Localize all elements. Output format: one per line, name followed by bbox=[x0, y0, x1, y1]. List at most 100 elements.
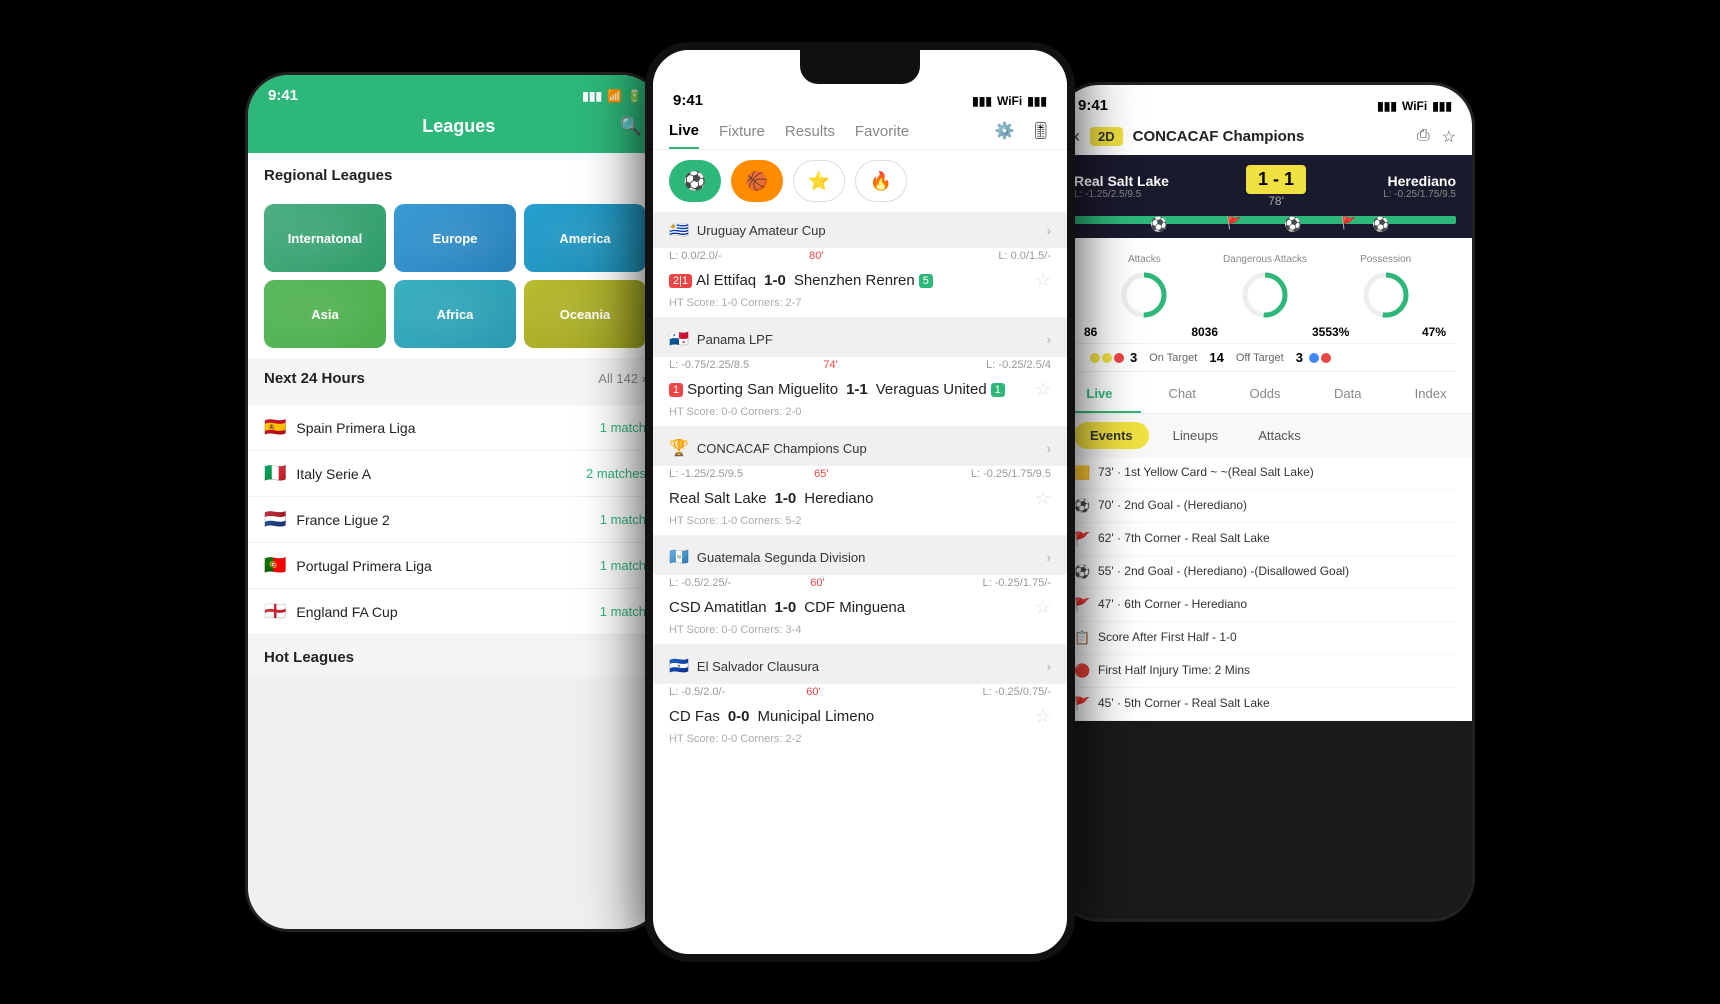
on-target-label: On Target bbox=[1149, 352, 1197, 364]
flag-concacaf: 🏆 bbox=[669, 438, 689, 458]
odds-left-elsalvador: L: -0.5/2.0/- bbox=[669, 686, 725, 698]
league-portugal: Portugal Primera Liga bbox=[296, 558, 599, 574]
match-sections: 🇺🇾 Uruguay Amateur Cup › L: 0.0/2.0/- 80… bbox=[653, 212, 1067, 753]
subtab-lineups[interactable]: Lineups bbox=[1157, 422, 1235, 449]
filter-basketball[interactable]: 🏀 bbox=[731, 160, 783, 202]
filter-tabs: ⚽ 🏀 ⭐ 🔥 bbox=[653, 150, 1067, 212]
team1-panama: Sporting San Miguelito bbox=[687, 381, 838, 398]
signal-icon: ▮▮▮ bbox=[1377, 99, 1397, 113]
nav-favorite[interactable]: Favorite bbox=[855, 123, 909, 148]
right-header: ‹ 2D CONCACAF Champions ⎙ ☆ bbox=[1058, 118, 1472, 155]
corner-icon: 🚩 bbox=[1074, 531, 1092, 547]
score-uruguay: 1-0 bbox=[764, 272, 786, 289]
on-off-target: 3 On Target 14 Off Target 3 bbox=[1074, 344, 1456, 372]
nav-fixture[interactable]: Fixture bbox=[719, 123, 765, 148]
dot bbox=[1114, 353, 1124, 363]
next24-link[interactable]: All 142 › bbox=[598, 371, 646, 386]
share-icon[interactable]: ⎙ bbox=[1417, 127, 1430, 147]
progress-bar: ⚽ 🚩 ⚽ 🚩 ⚽ bbox=[1074, 216, 1456, 224]
2d-badge: 2D bbox=[1090, 127, 1123, 146]
star-elsalvador[interactable]: ☆ bbox=[1035, 706, 1051, 727]
time-concacaf: 65' bbox=[814, 468, 828, 480]
right-league-name: CONCACAF Champions bbox=[1133, 128, 1407, 145]
nav-live[interactable]: Live bbox=[669, 122, 699, 149]
score-row-uruguay[interactable]: 2|1 Al Ettifaq 1-0 Shenzhen Renren 5 ☆ bbox=[653, 264, 1067, 295]
signal-icon: ▮▮▮ bbox=[972, 94, 992, 108]
score-row-panama[interactable]: 1 Sporting San Miguelito 1-1 Veraguas Un… bbox=[653, 373, 1067, 404]
dot bbox=[1102, 353, 1112, 363]
score-block: 1 - 1 78' bbox=[1246, 165, 1306, 208]
section-header-panama[interactable]: 🇵🇦 Panama LPF › bbox=[653, 321, 1067, 357]
tab-data[interactable]: Data bbox=[1306, 376, 1389, 413]
right-status-icons: ▮▮▮ WiFi ▮▮▮ bbox=[1377, 99, 1452, 113]
grid-europe[interactable]: Europe bbox=[394, 204, 516, 272]
section-header-concacaf[interactable]: 🏆 CONCACAF Champions Cup › bbox=[653, 430, 1067, 466]
team1-guatemala: CSD Amatitlan bbox=[669, 599, 767, 616]
nav-results[interactable]: Results bbox=[785, 123, 835, 148]
grid-america[interactable]: America bbox=[524, 204, 646, 272]
attacks-right: 80 bbox=[1191, 325, 1204, 339]
list-item[interactable]: 🇳🇱 France Ligue 2 1 match bbox=[248, 497, 662, 543]
right-phone: 9:41 ▮▮▮ WiFi ▮▮▮ ‹ 2D CONCACAF Champion… bbox=[1055, 82, 1475, 922]
league-name-concacaf: CONCACAF Champions Cup bbox=[697, 441, 867, 456]
team1-uruguay: Al Ettifaq bbox=[696, 272, 756, 289]
adjust-icon[interactable]: 🎚 bbox=[1031, 121, 1051, 141]
chevron-icon: › bbox=[1047, 223, 1051, 238]
grid-international[interactable]: Internatonal bbox=[264, 204, 386, 272]
league-france: France Ligue 2 bbox=[296, 512, 599, 528]
event-text: 47' · 6th Corner - Herediano bbox=[1098, 597, 1247, 611]
filter-favorite[interactable]: ⭐ bbox=[793, 160, 845, 202]
ht-guatemala: HT Score: 0-0 Corners: 3-4 bbox=[653, 622, 1067, 644]
section-header-guatemala[interactable]: 🇬🇹 Guatemala Segunda Division › bbox=[653, 539, 1067, 575]
filter-hot[interactable]: 🔥 bbox=[855, 160, 907, 202]
signal-icon: ▮▮▮ bbox=[582, 89, 602, 103]
tab-odds[interactable]: Odds bbox=[1224, 376, 1307, 413]
odds-row-elsalvador: L: -0.5/2.0/- 60' L: -0.25/0.75/- bbox=[653, 684, 1067, 700]
list-item[interactable]: 🇵🇹 Portugal Primera Liga 1 match bbox=[248, 543, 662, 589]
dangerous-left: 36 bbox=[1205, 325, 1218, 339]
score-row-concacaf[interactable]: Real Salt Lake 1-0 Herediano ☆ bbox=[653, 482, 1067, 513]
badge1-uruguay: 2|1 bbox=[669, 274, 692, 288]
ht-uruguay: HT Score: 1-0 Corners: 2-7 bbox=[653, 295, 1067, 317]
grid-asia[interactable]: Asia bbox=[264, 280, 386, 348]
stat-attacks: Attacks 86 80 bbox=[1084, 254, 1205, 339]
flag-uruguay: 🇺🇾 bbox=[669, 220, 689, 240]
star-icon[interactable]: ☆ bbox=[1442, 127, 1456, 147]
tab-chat[interactable]: Chat bbox=[1141, 376, 1224, 413]
battery-icon: 🔋 bbox=[627, 89, 642, 103]
ht-concacaf: HT Score: 1-0 Corners: 5-2 bbox=[653, 513, 1067, 535]
subtab-events[interactable]: Events bbox=[1074, 422, 1149, 449]
count-italy: 2 matches bbox=[586, 466, 646, 481]
grid-oceania[interactable]: Oceania bbox=[524, 280, 646, 348]
score-row-guatemala[interactable]: CSD Amatitlan 1-0 CDF Minguena ☆ bbox=[653, 591, 1067, 622]
odds-row-concacaf: L: -1.25/2.5/9.5 65' L: -0.25/1.75/9.5 bbox=[653, 466, 1067, 482]
filter-icon[interactable]: ⚙️ bbox=[995, 121, 1015, 141]
filter-soccer[interactable]: ⚽ bbox=[669, 160, 721, 202]
list-item[interactable]: 🇪🇸 Spain Primera Liga 1 match bbox=[248, 405, 662, 451]
grid-africa[interactable]: Africa bbox=[394, 280, 516, 348]
dangerous-circle bbox=[1239, 269, 1291, 321]
flag-england: 🏴󠁧󠁢󠁥󠁮󠁧󠁿 bbox=[264, 601, 286, 622]
event-item: 🔴 First Half Injury Time: 2 Mins bbox=[1074, 655, 1456, 688]
search-icon[interactable]: 🔍 bbox=[620, 116, 642, 137]
star-panama[interactable]: ☆ bbox=[1035, 379, 1051, 400]
chevron-icon: › bbox=[1047, 659, 1051, 674]
subtab-attacks[interactable]: Attacks bbox=[1242, 422, 1317, 449]
star-uruguay[interactable]: ☆ bbox=[1035, 270, 1051, 291]
event-text: First Half Injury Time: 2 Mins bbox=[1098, 663, 1250, 677]
odds-left-concacaf: L: -1.25/2.5/9.5 bbox=[669, 468, 743, 480]
score-row-elsalvador[interactable]: CD Fas 0-0 Municipal Limeno ☆ bbox=[653, 700, 1067, 731]
section-header-elsalvador[interactable]: 🇸🇻 El Salvador Clausura › bbox=[653, 648, 1067, 684]
list-item[interactable]: 🏴󠁧󠁢󠁥󠁮󠁧󠁿 England FA Cup 1 match bbox=[248, 589, 662, 635]
time-elsalvador: 60' bbox=[806, 686, 820, 698]
corner-icon: 🚩 bbox=[1074, 597, 1092, 613]
star-concacaf[interactable]: ☆ bbox=[1035, 488, 1051, 509]
list-item[interactable]: 🇮🇹 Italy Serie A 2 matches bbox=[248, 451, 662, 497]
section-header-uruguay[interactable]: 🇺🇾 Uruguay Amateur Cup › bbox=[653, 212, 1067, 248]
tab-index[interactable]: Index bbox=[1389, 376, 1472, 413]
sub-tabs: Events Lineups Attacks bbox=[1058, 414, 1472, 457]
right-header-icons: ⎙ ☆ bbox=[1417, 127, 1456, 147]
regional-leagues-title: Regional Leagues bbox=[248, 153, 662, 194]
possession-left: 53% bbox=[1325, 325, 1349, 339]
star-guatemala[interactable]: ☆ bbox=[1035, 597, 1051, 618]
